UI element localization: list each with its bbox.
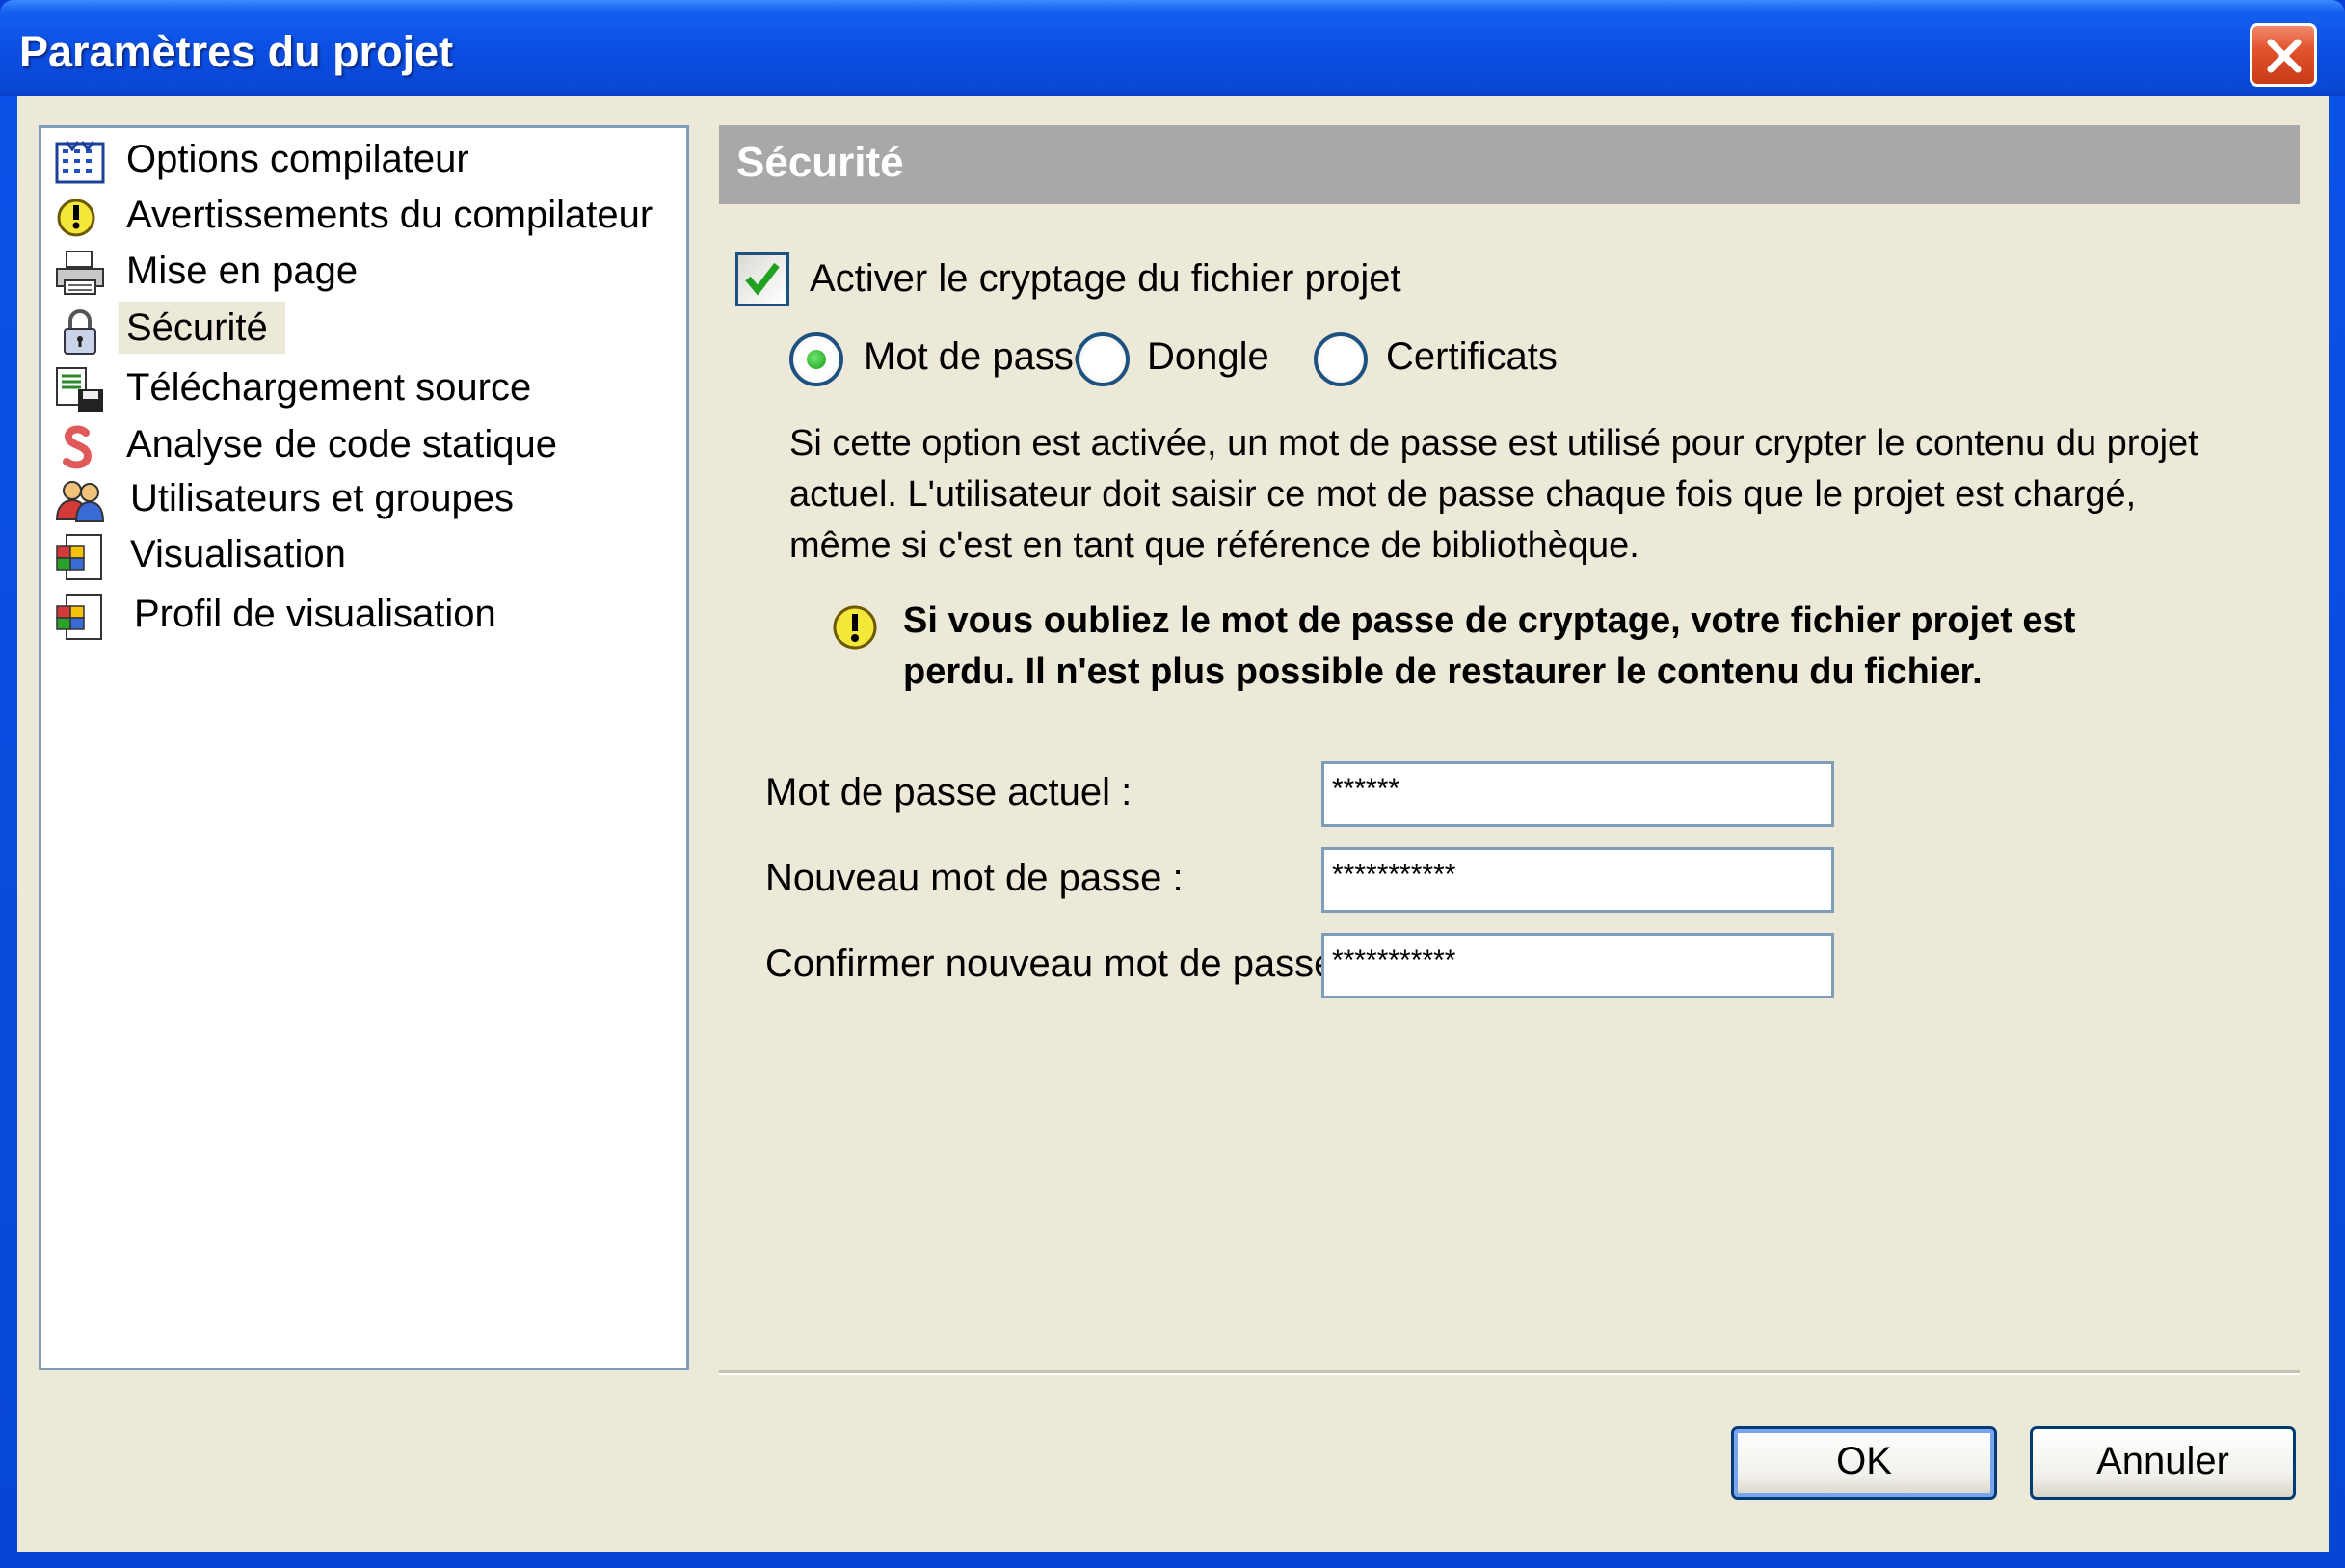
tree-item-label: Téléchargement source (126, 366, 532, 409)
tree-item-users-groups[interactable]: Utilisateurs et groupes (41, 473, 678, 527)
warning-icon (57, 199, 95, 237)
compiler-options-icon (55, 141, 105, 184)
dialog-client: Options compilateur Avertissements du co… (17, 96, 2329, 1552)
tree-item-label: Analyse de code statique (126, 423, 557, 465)
tree-item-visualization[interactable]: Visualisation (41, 529, 678, 583)
radio-password[interactable] (789, 332, 843, 386)
tree-item-security[interactable]: Sécurité (41, 302, 678, 356)
radio-dongle[interactable] (1076, 332, 1130, 386)
tree-item-label: Avertissements du compilateur (126, 194, 653, 236)
tree-item-compiler-warnings[interactable]: Avertissements du compilateur (41, 190, 678, 244)
tree-item-label: Profil de visualisation (134, 593, 496, 635)
description-text: Si cette option est activée, un mot de p… (789, 423, 2198, 566)
tree-item-label: Mise en page (126, 250, 359, 292)
tree-item-compiler-options[interactable]: Options compilateur (41, 134, 678, 188)
category-tree[interactable]: Options compilateur Avertissements du co… (39, 125, 689, 1370)
warning-text: Si vous oubliez le mot de passe de crypt… (903, 600, 2076, 692)
section-header: Sécurité (719, 125, 2300, 204)
close-icon (2267, 39, 2302, 73)
divider-highlight (719, 1373, 2300, 1375)
tree-item-visualization-profile[interactable]: Profil de visualisation (41, 589, 678, 643)
static-analysis-icon (63, 425, 93, 469)
section-title: Sécurité (736, 139, 904, 186)
visualization-icon (56, 534, 102, 580)
confirm-password-field[interactable]: *********** (1321, 933, 1834, 998)
tree-item-label: Visualisation (130, 533, 346, 575)
radio-certificates[interactable] (1314, 332, 1368, 386)
tree-item-label: Utilisateurs et groupes (130, 477, 514, 519)
dialog-window: Paramètres du projet Options compilateur (0, 0, 2345, 1568)
radio-certificates-label[interactable]: Certificats (1386, 335, 1558, 379)
printer-icon (56, 251, 104, 295)
tree-item-static-analysis[interactable]: Analyse de code statique (41, 419, 678, 473)
new-password-field[interactable]: *********** (1321, 847, 1834, 913)
warning-icon (833, 605, 877, 650)
new-password-label: Nouveau mot de passe : (765, 857, 1184, 899)
visualization-profile-icon (56, 594, 102, 640)
radio-dongle-label[interactable]: Dongle (1147, 335, 1269, 379)
encrypt-checkbox-label[interactable]: Activer le cryptage du fichier projet (810, 257, 1401, 301)
cancel-button[interactable]: Annuler (2030, 1426, 2296, 1500)
tree-item-label: Sécurité (119, 302, 285, 354)
checkmark-icon (745, 262, 780, 296)
padlock-icon (64, 309, 96, 355)
radio-selected-dot (807, 350, 826, 369)
window-title: Paramètres du projet (19, 27, 454, 76)
tree-item-label: Options compilateur (126, 138, 469, 180)
tree-item-source-download[interactable]: Téléchargement source (41, 362, 678, 416)
title-bar[interactable]: Paramètres du projet (0, 0, 2345, 96)
current-password-label: Mot de passe actuel : (765, 771, 1133, 813)
encrypt-checkbox[interactable] (735, 252, 789, 306)
current-password-field[interactable]: ****** (1321, 761, 1834, 827)
ok-button[interactable]: OK (1731, 1426, 1997, 1500)
radio-password-label[interactable]: Mot de passe (864, 335, 1095, 379)
users-groups-icon (55, 481, 105, 522)
source-download-icon (56, 367, 103, 412)
tree-item-page-setup[interactable]: Mise en page (41, 246, 678, 300)
close-button[interactable] (2250, 23, 2317, 87)
confirm-password-label: Confirmer nouveau mot de passe : (765, 943, 1357, 985)
